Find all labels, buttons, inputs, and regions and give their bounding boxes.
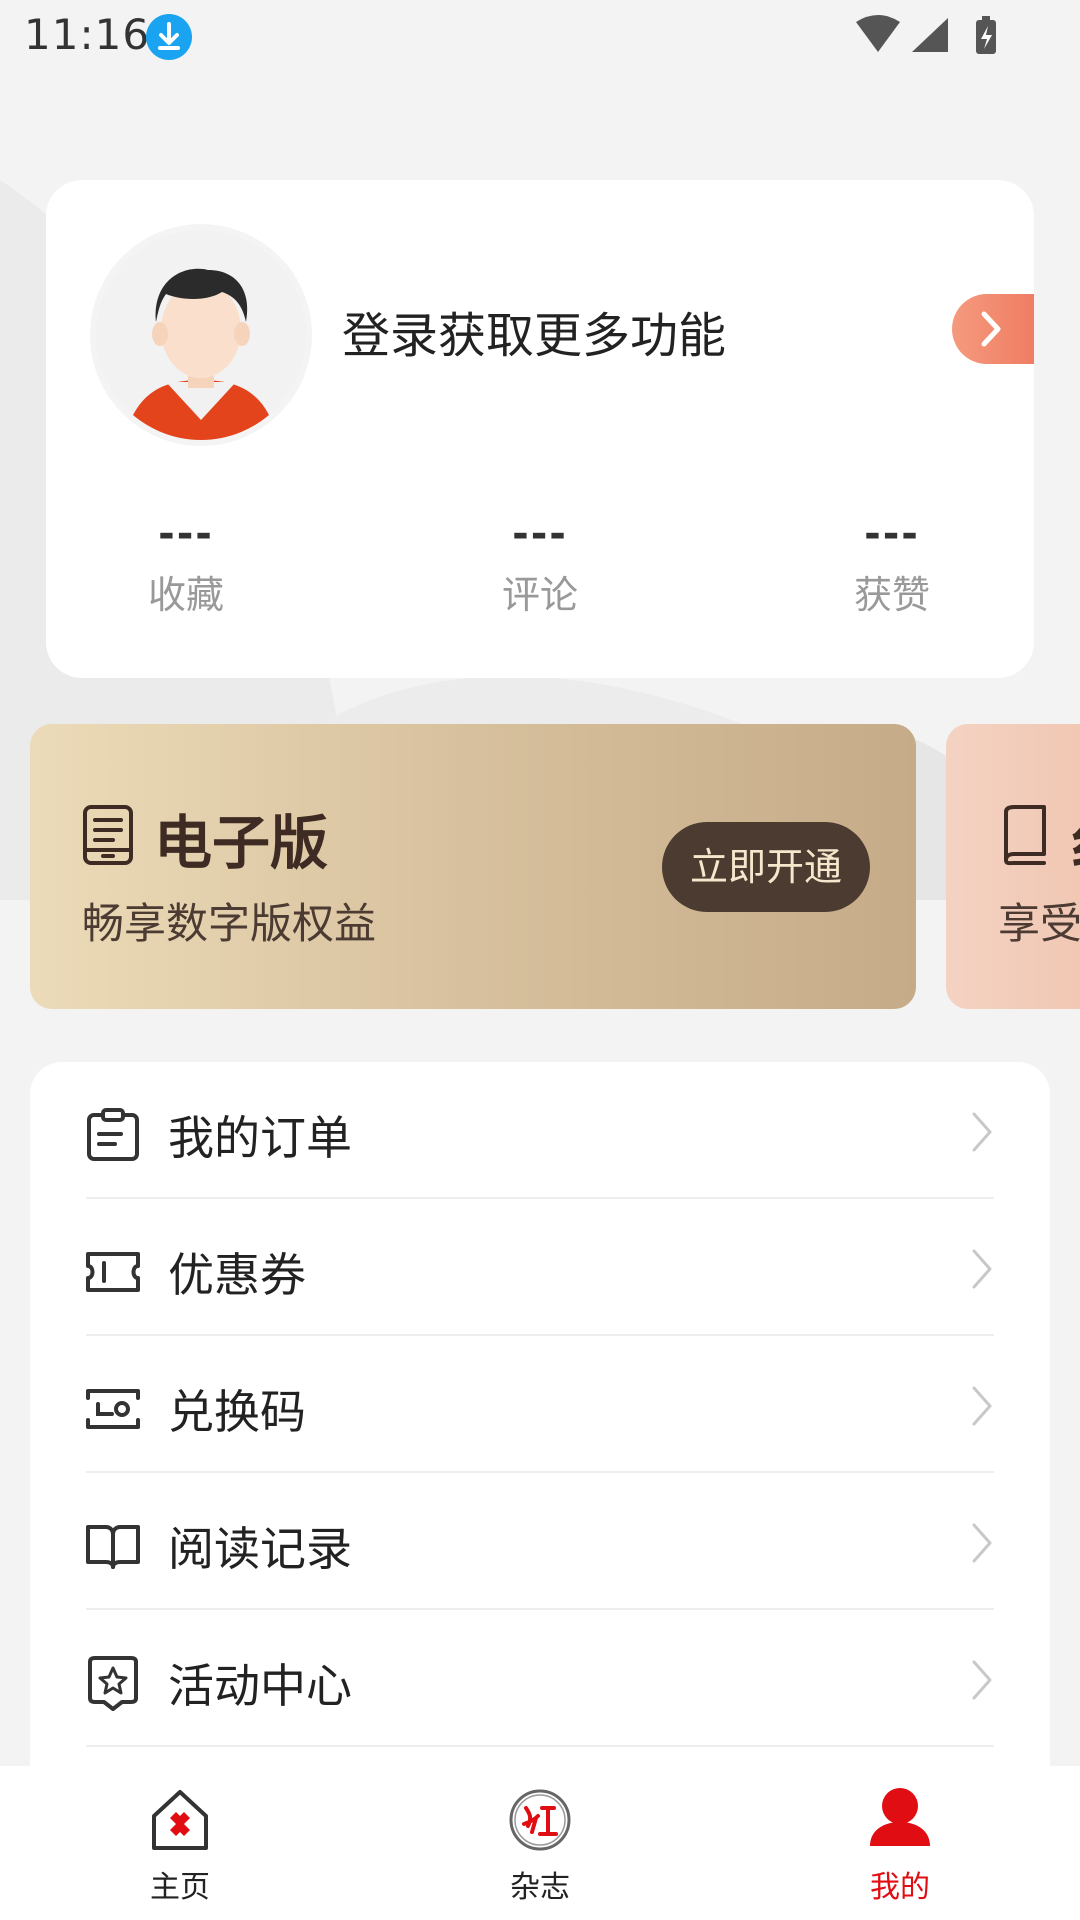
chevron-right-icon [972,1523,992,1563]
status-icons [854,14,1004,56]
menu-item-reading-history[interactable]: 阅读记录 [30,1473,1050,1610]
magazine-logo-icon [509,1789,571,1851]
wifi-icon [856,15,900,52]
signal-icon [912,18,948,52]
stat-label: 收藏 [147,573,224,617]
vip-subtitle: 畅享数字版权益 [82,899,377,948]
stat-favorites[interactable]: --- 收藏 [86,510,286,619]
stat-comments[interactable]: --- 评论 [440,510,640,619]
login-prompt[interactable]: 登录获取更多功能 [342,296,726,366]
vip-title: 电子版 [154,809,329,877]
user-icon [870,1788,930,1846]
nav-magazine[interactable]: 杂志 [440,1766,640,1920]
chevron-right-icon [972,1386,992,1426]
stat-label: 获赞 [853,573,930,617]
home-icon [152,1790,208,1850]
ticket-icon [86,1252,140,1292]
profile-card: 登录获取更多功能 --- 收藏 --- 评论 --- 获赞 [46,180,1034,678]
menu-item-redeem-code[interactable]: 兑换码 [30,1336,1050,1473]
nav-label: 杂志 [510,1870,570,1905]
avatar[interactable] [90,224,312,446]
chevron-right-icon [972,1112,992,1152]
download-icon [146,14,192,60]
stat-value: --- [512,511,568,557]
star-badge-icon [88,1656,138,1711]
menu-item-coupons[interactable]: 优惠券 [30,1199,1050,1336]
menu-label: 兑换码 [168,1385,306,1439]
e-reader-icon [83,805,133,865]
chevron-right-icon [981,311,1001,347]
nav-label: 主页 [150,1870,210,1905]
nav-label: 我的 [870,1870,930,1905]
bottom-nav: 主页 杂志 我的 [0,1766,1080,1920]
print-edition-card[interactable]: 纟 享受 [946,724,1080,1009]
book-icon [1004,805,1046,866]
status-time: 11:16 [24,10,151,59]
menu-item-activity-center[interactable]: 活动中心 [30,1610,1050,1747]
vip2-title: 纟 [1070,796,1080,880]
menu-label: 我的订单 [168,1111,352,1165]
stat-label: 评论 [501,573,578,617]
clipboard-icon [87,1108,139,1161]
menu-label: 优惠券 [168,1248,306,1302]
nav-mine[interactable]: 我的 [800,1766,1000,1920]
menu-label: 活动中心 [168,1659,352,1713]
battery-icon [976,16,996,54]
login-arrow-button[interactable] [952,294,1034,364]
chevron-right-icon [972,1660,992,1700]
redeem-icon [86,1389,140,1429]
vip2-subtitle: 享受 [998,899,1080,948]
menu-list: 我的订单 优惠券 兑换码 阅读记录 活动中心 [30,1062,1050,1822]
stats-row: --- 收藏 --- 评论 --- 获赞 [46,510,1034,630]
open-book-icon [86,1525,140,1569]
menu-label: 阅读记录 [168,1522,352,1576]
activate-now-button[interactable]: 立即开通 [662,822,870,912]
digital-edition-card[interactable]: 电子版 畅享数字版权益 立即开通 [30,724,916,1009]
stat-likes[interactable]: --- 获赞 [792,510,992,619]
screen: 11:16 登录获取更多功能 --- 收藏 --- 评论 --- 获赞 电子版 … [0,0,1080,1920]
stat-value: --- [158,511,214,557]
stat-value: --- [864,511,920,557]
chevron-right-icon [972,1249,992,1289]
nav-home[interactable]: 主页 [80,1766,280,1920]
divider [86,1745,994,1747]
status-bar: 11:16 [0,0,1080,72]
menu-item-orders[interactable]: 我的订单 [30,1062,1050,1199]
